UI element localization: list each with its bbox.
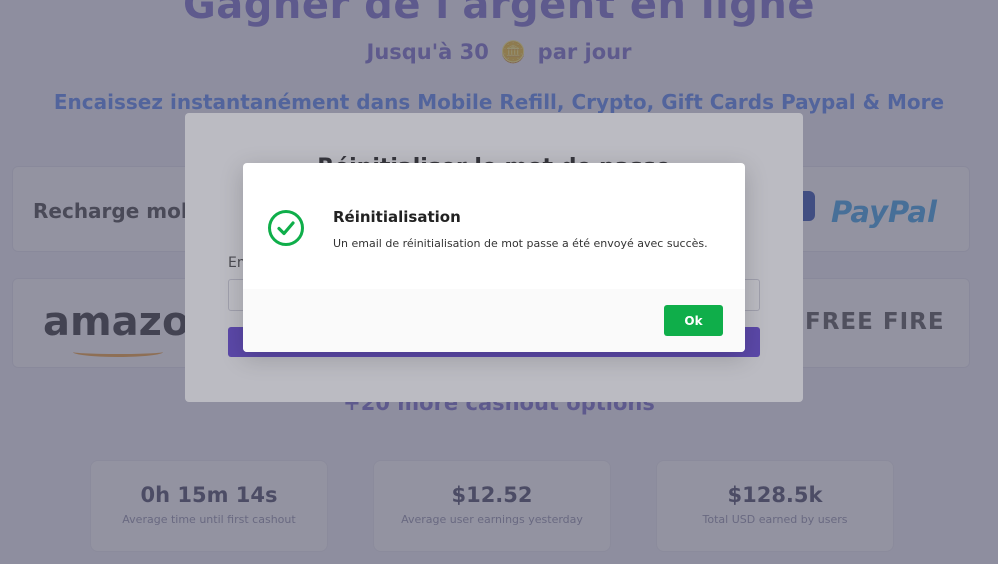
alert-title: Réinitialisation xyxy=(333,208,461,226)
ok-button[interactable]: Ok xyxy=(664,305,723,336)
alert-footer: Ok xyxy=(243,289,745,352)
success-check-icon xyxy=(267,209,305,247)
success-alert-dialog: Réinitialisation Un email de réinitialis… xyxy=(243,163,745,352)
alert-message: Un email de réinitialisation de mot pass… xyxy=(333,237,708,250)
